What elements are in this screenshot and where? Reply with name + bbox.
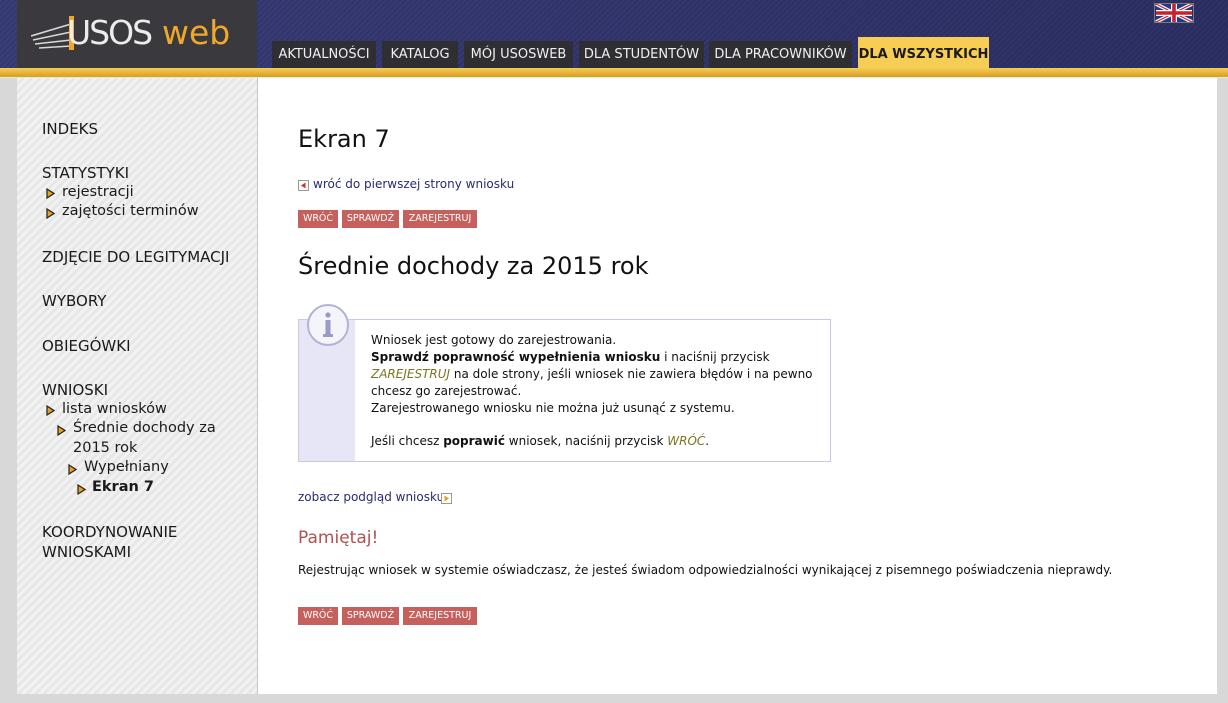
info-line-1: Wniosek jest gotowy do zarejestrowania. bbox=[371, 333, 617, 347]
usosweb-logo[interactable]: USOS web bbox=[17, 0, 257, 68]
logo-text-web: web bbox=[162, 13, 231, 52]
back-to-first-page-link[interactable]: wróć do pierwszej strony wniosku bbox=[313, 177, 514, 191]
preview-link[interactable]: zobacz podgląd wniosku bbox=[298, 490, 444, 504]
sidebar-item-zajetosci-terminow[interactable]: zajętości terminów bbox=[62, 203, 199, 219]
header-gold-line bbox=[0, 68, 1228, 77]
info-line-6-end: . bbox=[705, 434, 710, 448]
bullet-arrow-icon bbox=[57, 425, 66, 436]
tab-moj-usosweb[interactable]: MÓJ USOSWEB bbox=[464, 41, 573, 68]
info-line-2-bold: Sprawdź poprawność wypełnienia wniosku bbox=[371, 350, 661, 364]
remember-title: Pamiętaj! bbox=[298, 528, 379, 548]
uk-flag-icon[interactable] bbox=[1154, 3, 1194, 23]
register-button-bottom[interactable]: ZAREJESTRUJ bbox=[403, 607, 477, 625]
back-arrow-icon[interactable] bbox=[298, 180, 309, 191]
info-line-6-b: wniosek, naciśnij przycisk bbox=[504, 434, 668, 448]
sidebar-item-ekran-7: Ekran 7 bbox=[92, 479, 154, 495]
tab-dla-studentow[interactable]: DLA STUDENTÓW bbox=[579, 41, 704, 68]
sidebar-item-wypelniany[interactable]: Wypełniany bbox=[84, 459, 169, 475]
tab-katalog[interactable]: KATALOG bbox=[382, 41, 458, 68]
check-button-top[interactable]: SPRAWDŹ bbox=[342, 210, 399, 228]
sidebar-item-koordynowanie-line2[interactable]: WNIOSKAMI bbox=[42, 543, 131, 561]
info-line-3-register: ZAREJESTRUJ bbox=[371, 367, 451, 381]
info-line-3: ZAREJESTRUJ na dole strony, jeśli wniose… bbox=[371, 367, 813, 381]
info-line-5: Zarejestrowanego wniosku nie można już u… bbox=[371, 401, 735, 415]
sidebar-item-lista-wnioskow[interactable]: lista wniosków bbox=[62, 401, 167, 417]
sidebar-item-zdjecie[interactable]: ZDJĘCIE DO LEGITYMACJI bbox=[42, 248, 229, 266]
logo-text-usos: USOS bbox=[67, 13, 153, 52]
sidebar-item-indeks[interactable]: INDEKS bbox=[42, 120, 98, 138]
remember-text: Rejestrując wniosek w systemie oświadcza… bbox=[298, 563, 1113, 577]
sidebar-item-statystyki[interactable]: STATYSTYKI bbox=[42, 164, 129, 182]
bullet-arrow-icon bbox=[46, 208, 55, 219]
back-button-bottom[interactable]: WRÓĆ bbox=[298, 607, 338, 625]
info-line-6-bold: poprawić bbox=[443, 434, 505, 448]
check-button-bottom[interactable]: SPRAWDŹ bbox=[342, 607, 399, 625]
page-title: Ekran 7 bbox=[298, 125, 390, 153]
info-line-2-rest: i naciśnij przycisk bbox=[660, 350, 770, 364]
info-line-6: Jeśli chcesz poprawić wniosek, naciśnij … bbox=[371, 434, 709, 448]
info-line-6-back: WRÓĆ bbox=[667, 434, 706, 448]
sidebar-item-srednie-dochody-line2[interactable]: 2015 rok bbox=[73, 440, 137, 456]
info-line-2: Sprawdź poprawność wypełnienia wniosku i… bbox=[371, 350, 770, 364]
info-line-3-rest: na dole strony, jeśli wniosek nie zawier… bbox=[450, 367, 813, 381]
tab-dla-pracownikow[interactable]: DLA PRACOWNIKÓW bbox=[709, 41, 852, 68]
back-button-top[interactable]: WRÓĆ bbox=[298, 210, 338, 228]
info-line-6-a: Jeśli chcesz bbox=[371, 434, 444, 448]
register-button-top[interactable]: ZAREJESTRUJ bbox=[403, 210, 477, 228]
forward-arrow-icon[interactable] bbox=[441, 493, 452, 504]
info-icon bbox=[307, 304, 349, 346]
sidebar-item-rejestracji[interactable]: rejestracji bbox=[62, 184, 134, 200]
tab-aktualnosci[interactable]: AKTUALNOŚCI bbox=[272, 41, 376, 68]
header: USOS web AKTUALNOŚCI KATALOG MÓJ USOSWEB… bbox=[0, 0, 1228, 78]
bullet-arrow-icon bbox=[46, 405, 55, 416]
bullet-arrow-icon bbox=[68, 464, 77, 475]
sidebar-item-obiegowki[interactable]: OBIEGÓWKI bbox=[42, 337, 131, 355]
bullet-arrow-icon bbox=[46, 188, 55, 199]
info-line-4: chcesz go zarejestrować. bbox=[371, 384, 522, 398]
tab-dla-wszystkich[interactable]: DLA WSZYSTKICH bbox=[858, 37, 989, 68]
sidebar-item-srednie-dochody[interactable]: Średnie dochody za bbox=[73, 420, 216, 436]
form-title: Średnie dochody za 2015 rok bbox=[298, 252, 649, 280]
sidebar-item-wnioski[interactable]: WNIOSKI bbox=[42, 381, 108, 399]
bullet-arrow-icon bbox=[77, 484, 86, 495]
sidebar-item-koordynowanie[interactable]: KOORDYNOWANIE bbox=[42, 523, 177, 541]
sidebar-item-wybory[interactable]: WYBORY bbox=[42, 292, 106, 310]
